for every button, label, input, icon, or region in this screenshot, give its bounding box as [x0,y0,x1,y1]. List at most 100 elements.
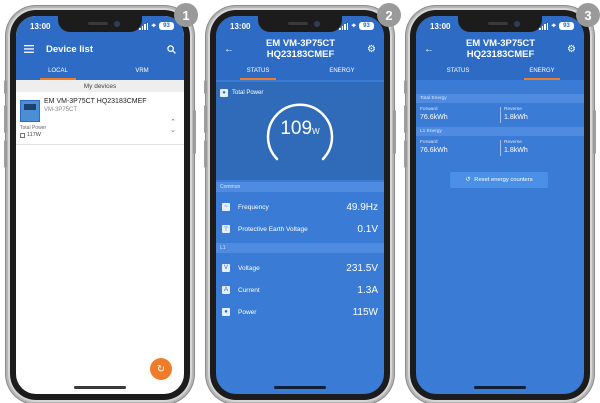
tab-status[interactable]: STATUS [416,62,500,80]
tab-bar: LOCAL VRM [16,62,184,80]
battery-icon: 93 [159,22,174,30]
gear-icon[interactable]: ⚙ [567,44,576,55]
tab-status[interactable]: STATUS [216,62,300,80]
reverse-label: Reverse [504,140,522,145]
reverse-value: 1.8kWh [504,114,528,121]
divider [16,144,184,145]
app-bar: ← EM VM-3P75CT HQ23183CMEF ⚙ [416,36,584,62]
energy-meter-thumbnail [20,100,40,122]
phone-device-list: 13:00 ⌖ 93 Device list LOCAL VRM My devi… [4,10,196,400]
gauge-value: 109 [280,118,313,139]
row-label: Frequency [238,203,269,211]
volume-up-button [4,105,7,133]
row-label: Current [238,286,260,294]
power-button [593,110,596,154]
row-power: ● Power 115W [216,301,384,323]
home-indicator [474,386,526,389]
total-energy-row: Forward 76.6kWh Reverse 1.8kWh [416,104,584,126]
tab-bar: STATUS ENERGY [216,62,384,80]
volume-down-button [4,140,7,168]
forward-value: 76.6kWh [420,147,448,154]
power-icon: ● [222,308,230,316]
page-title: Device list [46,43,93,55]
tab-local[interactable]: LOCAL [16,62,100,80]
wifi-icon: ⌖ [551,21,556,30]
volume-up-button [204,105,207,133]
reverse-label: Reverse [504,107,522,112]
section-title: My devices [16,80,184,92]
forward-label: Forward [420,140,438,145]
total-power-panel: ● Total Power 109W [216,82,384,180]
row-frequency: ~ Frequency 49.9Hz [216,196,384,218]
phone-energy: 13:00 ⌖ 93 ← EM VM-3P75CT HQ23183CMEF ⚙ … [404,10,596,400]
group-header-total-energy: Total Energy [416,94,584,103]
home-indicator [74,386,126,389]
power-button [193,110,196,154]
step-badge-2: 2 [377,3,401,27]
refresh-icon: ↻ [156,363,166,375]
phone-status: 13:00 ⌖ 93 ← EM VM-3P75CT HQ23183CMEF ⚙ … [204,10,396,400]
row-value: 231.5V [346,262,378,274]
expand-icon[interactable]: ⌃ ⌄ [170,118,176,134]
power-icon [20,132,25,138]
reverse-value: 1.8kWh [504,147,528,154]
device-model: VM-3P75CT [44,107,78,113]
total-power-label: Total Power [20,125,47,131]
back-arrow-icon[interactable]: ← [424,44,434,55]
current-icon: A [222,286,230,294]
row-value: 0.1V [357,223,378,235]
search-icon[interactable] [167,44,176,54]
status-time: 13:00 [30,21,51,31]
row-value: 115W [352,306,378,318]
row-label: Power [238,308,257,316]
group-header-l1-energy: L1 Energy [416,127,584,136]
tab-bar: STATUS ENERGY [416,62,584,80]
battery-icon: 93 [559,22,574,30]
step-badge-1: 1 [174,3,198,27]
row-value: 1.3A [357,284,378,296]
tab-energy[interactable]: ENERGY [500,62,584,80]
notch [458,16,542,32]
device-name: EM VM-3P75CT HQ23183CMEF [44,98,147,105]
volume-down-button [404,140,407,168]
refresh-button[interactable]: ↻ [150,358,172,380]
row-pe-voltage: ⊤ Protective Earth Voltage 0.1V [216,218,384,240]
forward-value: 76.6kWh [420,114,448,121]
hamburger-menu-icon[interactable] [24,45,34,53]
row-current: A Current 1.3A [216,279,384,301]
status-time: 13:00 [230,21,251,31]
forward-label: Forward [420,107,438,112]
mute-switch [4,80,7,94]
volume-up-button [404,105,407,133]
app-bar: ← EM VM-3P75CT HQ23183CMEF ⚙ [216,36,384,62]
gear-icon[interactable]: ⚙ [367,44,376,55]
screen-status: 13:00 ⌖ 93 ← EM VM-3P75CT HQ23183CMEF ⚙ … [216,16,384,394]
reset-energy-counters-button[interactable]: ↺ Reset energy counters [450,172,548,188]
mute-switch [204,80,207,94]
l1-energy-row: Forward 76.6kWh Reverse 1.8kWh [416,137,584,159]
notch [258,16,342,32]
row-label: Voltage [238,264,260,272]
volume-down-button [204,140,207,168]
voltage-icon: V [222,264,230,272]
gauge-readout: 109W [216,118,384,140]
tab-energy[interactable]: ENERGY [300,62,384,80]
step-badge-3: 3 [576,3,600,27]
power-button [393,110,396,154]
home-indicator [274,386,326,389]
earth-icon: ⊤ [222,225,230,233]
reset-button-label: Reset energy counters [474,177,533,183]
reset-icon: ↺ [465,177,471,183]
total-power-value: 117W [27,132,41,138]
tab-vrm[interactable]: VRM [100,62,184,80]
mute-switch [404,80,407,94]
back-arrow-icon[interactable]: ← [224,44,234,55]
device-list-item[interactable]: EM VM-3P75CT HQ23183CMEF VM-3P75CT Total… [20,96,180,144]
wifi-icon: ⌖ [351,21,356,30]
battery-icon: 93 [359,22,374,30]
row-value: 49.9Hz [346,201,378,213]
app-bar: Device list [16,36,184,62]
frequency-icon: ~ [222,203,230,211]
gauge-unit: W [312,127,320,136]
page-title: EM VM-3P75CT HQ23183CMEF [465,38,536,60]
